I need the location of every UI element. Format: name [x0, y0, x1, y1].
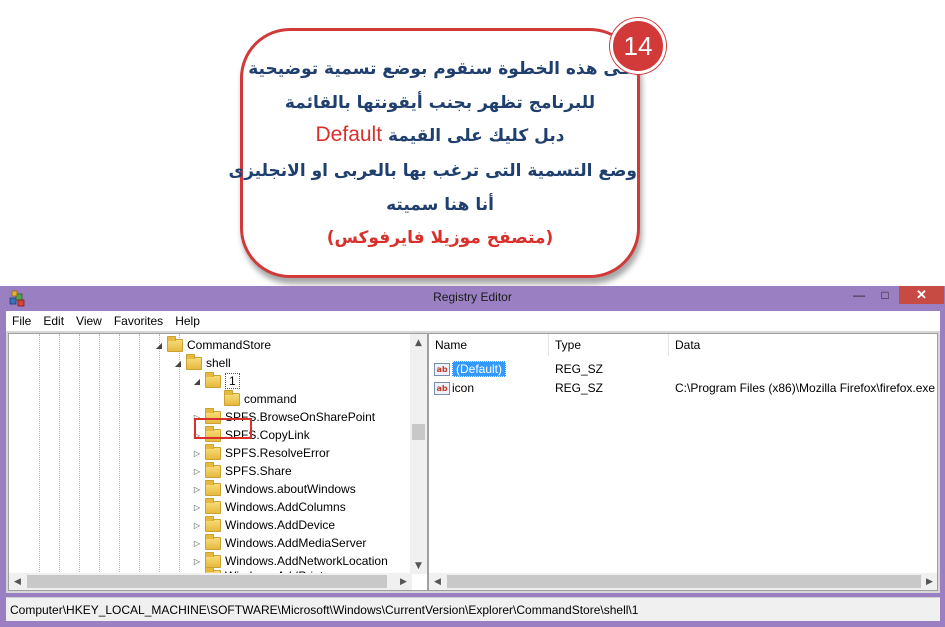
value-type: REG_SZ [555, 381, 604, 395]
key-tree-pane[interactable]: ◢ CommandStore ◢ shell ◢ 1 command ▷ SPF… [8, 333, 428, 591]
tree-item-label: Windows.AddNetworkLocation [225, 554, 388, 568]
step-number-badge: 14 [610, 18, 666, 74]
tree-item-spfs-share[interactable]: ▷ SPFS.Share [191, 461, 292, 480]
value-list-pane[interactable]: Name Type Data ab (Default) REG_SZ ab ic… [428, 333, 938, 591]
folder-icon [205, 371, 221, 388]
callout-line-5: أنا هنا سميته [386, 195, 494, 215]
tree-item-label: command [244, 392, 297, 406]
folder-icon [205, 479, 221, 496]
scroll-down-icon[interactable]: ▼ [410, 557, 427, 574]
tree-item-spfs-resolveerror[interactable]: ▷ SPFS.ResolveError [191, 443, 330, 462]
expand-icon[interactable]: ▷ [191, 444, 203, 462]
expand-icon[interactable]: ▷ [191, 480, 203, 498]
tree-item-windows-addcolumns[interactable]: ▷ Windows.AddColumns [191, 497, 346, 516]
highlight-box [194, 418, 252, 439]
tree-item-label: Windows.AddMediaServer [225, 536, 367, 550]
collapse-icon[interactable]: ◢ [172, 354, 184, 372]
tree-item-commandstore[interactable]: ◢ CommandStore [153, 335, 272, 354]
menu-view[interactable]: View [70, 311, 108, 331]
scroll-thumb[interactable] [412, 424, 425, 440]
folder-icon [205, 533, 221, 550]
tree-item-label: shell [206, 356, 231, 370]
title-bar[interactable]: Registry Editor — □ ✕ [0, 286, 945, 310]
registry-editor-window: Registry Editor — □ ✕ File Edit View Fav… [0, 286, 945, 627]
client-area: ◢ CommandStore ◢ shell ◢ 1 command ▷ SPF… [6, 331, 940, 593]
folder-icon [167, 335, 183, 352]
tree-item-label: Windows.aboutWindows [225, 482, 356, 496]
callout-line-2: للبرنامج تظهر بجنب أيقونتها بالقائمة [284, 93, 596, 113]
folder-icon [205, 515, 221, 532]
scroll-thumb[interactable] [27, 575, 387, 588]
tree-item-label: Windows.AddDevice [225, 518, 336, 532]
expand-icon[interactable]: ▷ [191, 462, 203, 480]
value-data: C:\Program Files (x86)\Mozilla Firefox\f… [675, 381, 936, 395]
menu-bar: File Edit View Favorites Help [6, 311, 940, 331]
tree-item-label: CommandStore [187, 338, 272, 352]
collapse-icon[interactable]: ◢ [191, 372, 203, 390]
tree-item-label: SPFS.Share [225, 464, 292, 478]
folder-icon [205, 551, 221, 568]
value-row-icon[interactable]: ab icon [434, 379, 474, 397]
tree-guide-lines [9, 334, 189, 574]
callout-line-4: وضع التسمية التى ترغب بها بالعربى او الا… [228, 161, 638, 181]
callout-line-3: دبل كليك على القيمة Default [243, 123, 637, 147]
scroll-left-icon[interactable]: ◀ [429, 573, 446, 590]
tree-item-windows-addmediaserver[interactable]: ▷ Windows.AddMediaServer [191, 533, 367, 552]
callout-default-word: Default [315, 123, 383, 146]
tree-item-windows-aboutwindows[interactable]: ▷ Windows.aboutWindows [191, 479, 356, 498]
folder-icon [205, 461, 221, 478]
tree-vertical-scrollbar[interactable]: ▲ ▼ [410, 334, 427, 574]
scroll-up-icon[interactable]: ▲ [410, 334, 427, 351]
status-bar-path: Computer\HKEY_LOCAL_MACHINE\SOFTWARE\Mic… [6, 597, 940, 621]
menu-favorites[interactable]: Favorites [108, 311, 169, 331]
string-value-icon: ab [434, 381, 450, 395]
expand-icon[interactable]: ▷ [191, 534, 203, 552]
menu-help[interactable]: Help [169, 311, 206, 331]
folder-icon [205, 443, 221, 460]
column-header-type[interactable]: Type [549, 334, 669, 356]
scroll-thumb[interactable] [447, 575, 921, 588]
scroll-left-icon[interactable]: ◀ [9, 573, 26, 590]
window-title: Registry Editor [433, 290, 512, 304]
tree-item-1[interactable]: ◢ 1 [191, 371, 240, 390]
menu-edit[interactable]: Edit [37, 311, 70, 331]
value-row-default[interactable]: ab (Default) [434, 360, 507, 378]
tree-item-command[interactable]: command [210, 389, 297, 408]
maximize-button[interactable]: □ [872, 286, 898, 304]
scroll-right-icon[interactable]: ▶ [395, 573, 412, 590]
callout-line-6: (متصفح موزيلا فايرفوكس) [326, 228, 554, 248]
value-name: (Default) [452, 361, 507, 377]
tree-item-label: Windows.AddColumns [225, 500, 346, 514]
close-button[interactable]: ✕ [899, 286, 944, 304]
callout-line-3-text: دبل كليك على القيمة [387, 126, 565, 146]
instruction-callout: فى هذه الخطوة سنقوم بوضع تسمية توضيحية ل… [228, 28, 640, 278]
collapse-icon[interactable]: ◢ [153, 336, 165, 354]
tree-item-windows-adddevice[interactable]: ▷ Windows.AddDevice [191, 515, 336, 534]
folder-icon [224, 389, 240, 406]
folder-icon [205, 497, 221, 514]
menu-file[interactable]: File [6, 311, 37, 331]
scroll-right-icon[interactable]: ▶ [921, 573, 937, 590]
tree-item-shell[interactable]: ◢ shell [172, 353, 231, 372]
value-name: icon [452, 381, 475, 395]
string-value-icon: ab [434, 362, 450, 376]
tree-item-label: SPFS.ResolveError [225, 446, 330, 460]
column-header-name[interactable]: Name [429, 334, 549, 356]
expand-icon[interactable]: ▷ [191, 516, 203, 534]
value-type: REG_SZ [555, 362, 604, 376]
expand-icon[interactable]: ▷ [191, 498, 203, 516]
folder-icon [186, 353, 202, 370]
column-header-data[interactable]: Data [669, 334, 937, 356]
tree-item-label: 1 [225, 373, 240, 389]
values-horizontal-scrollbar[interactable]: ◀ ▶ [429, 573, 937, 590]
callout-line-1: فى هذه الخطوة سنقوم بوضع تسمية توضيحية [248, 59, 632, 79]
tree-horizontal-scrollbar[interactable]: ◀ ▶ [9, 573, 412, 590]
minimize-button[interactable]: — [846, 286, 872, 304]
